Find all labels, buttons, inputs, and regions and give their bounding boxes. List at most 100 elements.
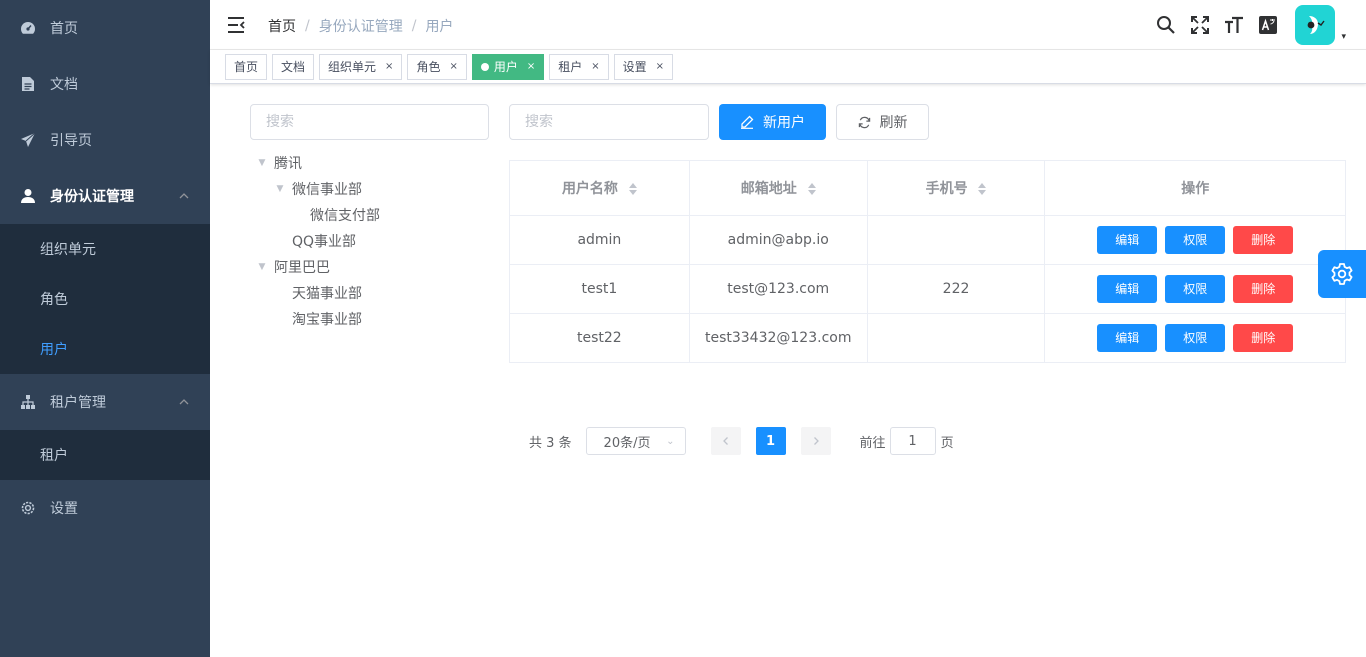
tree-node[interactable]: ▼ QQ事业部 bbox=[250, 228, 490, 254]
org-search-input[interactable] bbox=[250, 104, 489, 140]
tree-node[interactable]: ▼ 天猫事业部 bbox=[250, 280, 490, 306]
caret-down-icon[interactable]: ▼ bbox=[268, 184, 292, 194]
sidebar-item-guide[interactable]: 引导页 bbox=[0, 112, 210, 168]
table-row: admin admin@abp.io 编辑 权限 删除 bbox=[509, 215, 1346, 265]
sidebar-item-org-units[interactable]: 组织单元 bbox=[0, 224, 210, 274]
new-user-button[interactable]: 新用户 bbox=[719, 104, 826, 140]
permission-button[interactable]: 权限 bbox=[1165, 324, 1226, 352]
sort-icon[interactable] bbox=[628, 183, 637, 195]
column-header-actions: 操作 bbox=[1044, 160, 1346, 216]
users-table: 用户名称 邮箱地址 手机号 操作 admin admin@abp.io 编辑 权限… bbox=[509, 160, 1346, 363]
cell-phone: 222 bbox=[866, 264, 1046, 314]
page-size-select[interactable]: 20条/页 ⌄ bbox=[585, 427, 686, 455]
tag-label: 首页 bbox=[234, 60, 259, 74]
edit-button[interactable]: 编辑 bbox=[1097, 275, 1158, 303]
active-dot-icon bbox=[480, 63, 489, 71]
next-page-button[interactable] bbox=[800, 427, 831, 455]
tag-docs[interactable]: 文档 bbox=[272, 54, 315, 80]
new-user-label: 新用户 bbox=[763, 115, 805, 131]
refresh-button[interactable]: 刷新 bbox=[836, 104, 929, 140]
permission-button[interactable]: 权限 bbox=[1165, 275, 1226, 303]
sidebar-item-tenants[interactable]: 租户 bbox=[0, 430, 210, 480]
cell-email: test@123.com bbox=[688, 264, 868, 314]
cell-username: test22 bbox=[509, 313, 690, 363]
caret-down-icon[interactable]: ▼ bbox=[250, 158, 274, 168]
sidebar-item-settings[interactable]: 设置 bbox=[0, 480, 210, 536]
tags-view: 首页 文档 组织单元 × 角色 × 用户 × 租户 × 设置 × bbox=[210, 50, 1366, 84]
sidebar-item-roles[interactable]: 角色 bbox=[0, 274, 210, 324]
tree-node[interactable]: ▼ 微信事业部 bbox=[250, 176, 490, 202]
goto-prefix: 前往 bbox=[859, 435, 886, 451]
sort-icon[interactable] bbox=[807, 183, 816, 195]
prev-page-button[interactable] bbox=[710, 427, 741, 455]
tree-icon bbox=[20, 394, 36, 410]
column-header-email[interactable]: 邮箱地址 bbox=[688, 160, 868, 216]
edit-button[interactable]: 编辑 bbox=[1097, 226, 1158, 254]
navbar: 首页 / 身份认证管理 / 用户 ▾ bbox=[210, 0, 1366, 50]
tree-node[interactable]: ▼ 阿里巴巴 bbox=[250, 254, 490, 280]
chevron-right-icon bbox=[813, 437, 819, 445]
breadcrumb-home[interactable]: 首页 bbox=[268, 16, 296, 36]
tree-node[interactable]: ▼ 淘宝事业部 bbox=[250, 306, 490, 332]
cell-actions: 编辑 权限 删除 bbox=[1044, 264, 1346, 314]
tag-label: 文档 bbox=[281, 60, 306, 74]
edit-icon bbox=[741, 115, 754, 129]
caret-down-icon[interactable]: ▼ bbox=[250, 262, 274, 272]
language-icon[interactable] bbox=[1251, 0, 1285, 50]
cell-actions: 编辑 权限 删除 bbox=[1044, 313, 1346, 363]
sidebar-item-docs[interactable]: 文档 bbox=[0, 56, 210, 112]
tree-node[interactable]: ▼ 微信支付部 bbox=[250, 202, 490, 228]
close-icon[interactable]: × bbox=[449, 55, 457, 79]
tag-users[interactable]: 用户 × bbox=[471, 54, 545, 80]
cell-actions: 编辑 权限 删除 bbox=[1044, 215, 1346, 265]
tree-node-label: 微信事业部 bbox=[292, 182, 362, 198]
tree-node[interactable]: ▼ 腾讯 bbox=[250, 150, 490, 176]
goto-page-input[interactable] bbox=[889, 427, 936, 455]
chevron-up-icon bbox=[179, 193, 189, 199]
tag-tenants[interactable]: 租户 × bbox=[549, 54, 609, 80]
tag-label: 组织单元 bbox=[328, 60, 377, 74]
sidebar-item-label: 身份认证管理 bbox=[50, 189, 134, 205]
delete-button[interactable]: 删除 bbox=[1233, 324, 1294, 352]
delete-button[interactable]: 删除 bbox=[1233, 226, 1294, 254]
close-icon[interactable]: × bbox=[527, 55, 535, 79]
sidebar-item-label: 文档 bbox=[50, 77, 78, 93]
close-icon[interactable]: × bbox=[656, 55, 664, 79]
tree-node-label: 淘宝事业部 bbox=[292, 312, 362, 328]
tag-settings[interactable]: 设置 × bbox=[613, 54, 674, 80]
tenant-submenu: 租户 bbox=[0, 430, 210, 480]
page-number[interactable]: 1 bbox=[755, 427, 786, 455]
font-size-icon[interactable] bbox=[1217, 0, 1251, 50]
edit-button[interactable]: 编辑 bbox=[1097, 324, 1158, 352]
cell-phone bbox=[866, 313, 1046, 363]
tag-home[interactable]: 首页 bbox=[225, 54, 268, 80]
column-header-username[interactable]: 用户名称 bbox=[509, 160, 690, 216]
document-icon bbox=[20, 76, 36, 92]
menu-fold-icon[interactable] bbox=[226, 15, 246, 35]
user-search-input[interactable] bbox=[509, 104, 709, 140]
permission-button[interactable]: 权限 bbox=[1165, 226, 1226, 254]
tag-label: 租户 bbox=[558, 60, 583, 74]
tag-roles[interactable]: 角色 × bbox=[407, 54, 467, 80]
sort-icon[interactable] bbox=[978, 183, 987, 195]
settings-panel-toggle[interactable] bbox=[1318, 250, 1366, 298]
column-label: 操作 bbox=[1181, 181, 1210, 197]
user-menu[interactable]: ▾ bbox=[1295, 5, 1346, 45]
tag-org-units[interactable]: 组织单元 × bbox=[319, 54, 403, 80]
tag-label: 用户 bbox=[493, 60, 518, 74]
delete-button[interactable]: 删除 bbox=[1233, 275, 1294, 303]
close-icon[interactable]: × bbox=[385, 55, 393, 79]
page-jump: 前往 页 bbox=[860, 427, 954, 455]
sidebar-item-label: 租户管理 bbox=[50, 395, 106, 411]
close-icon[interactable]: × bbox=[591, 55, 599, 79]
tag-label: 设置 bbox=[622, 60, 647, 74]
sidebar-item-home[interactable]: 首页 bbox=[0, 0, 210, 56]
fullscreen-icon[interactable] bbox=[1183, 0, 1217, 50]
sidebar-item-identity[interactable]: 身份认证管理 bbox=[0, 168, 210, 224]
identity-submenu: 组织单元 角色 用户 bbox=[0, 224, 210, 374]
search-icon[interactable] bbox=[1149, 0, 1183, 50]
avatar bbox=[1295, 5, 1336, 45]
sidebar-item-tenant-management[interactable]: 租户管理 bbox=[0, 374, 210, 430]
column-header-phone[interactable]: 手机号 bbox=[866, 160, 1046, 216]
sidebar-item-users[interactable]: 用户 bbox=[0, 324, 210, 374]
